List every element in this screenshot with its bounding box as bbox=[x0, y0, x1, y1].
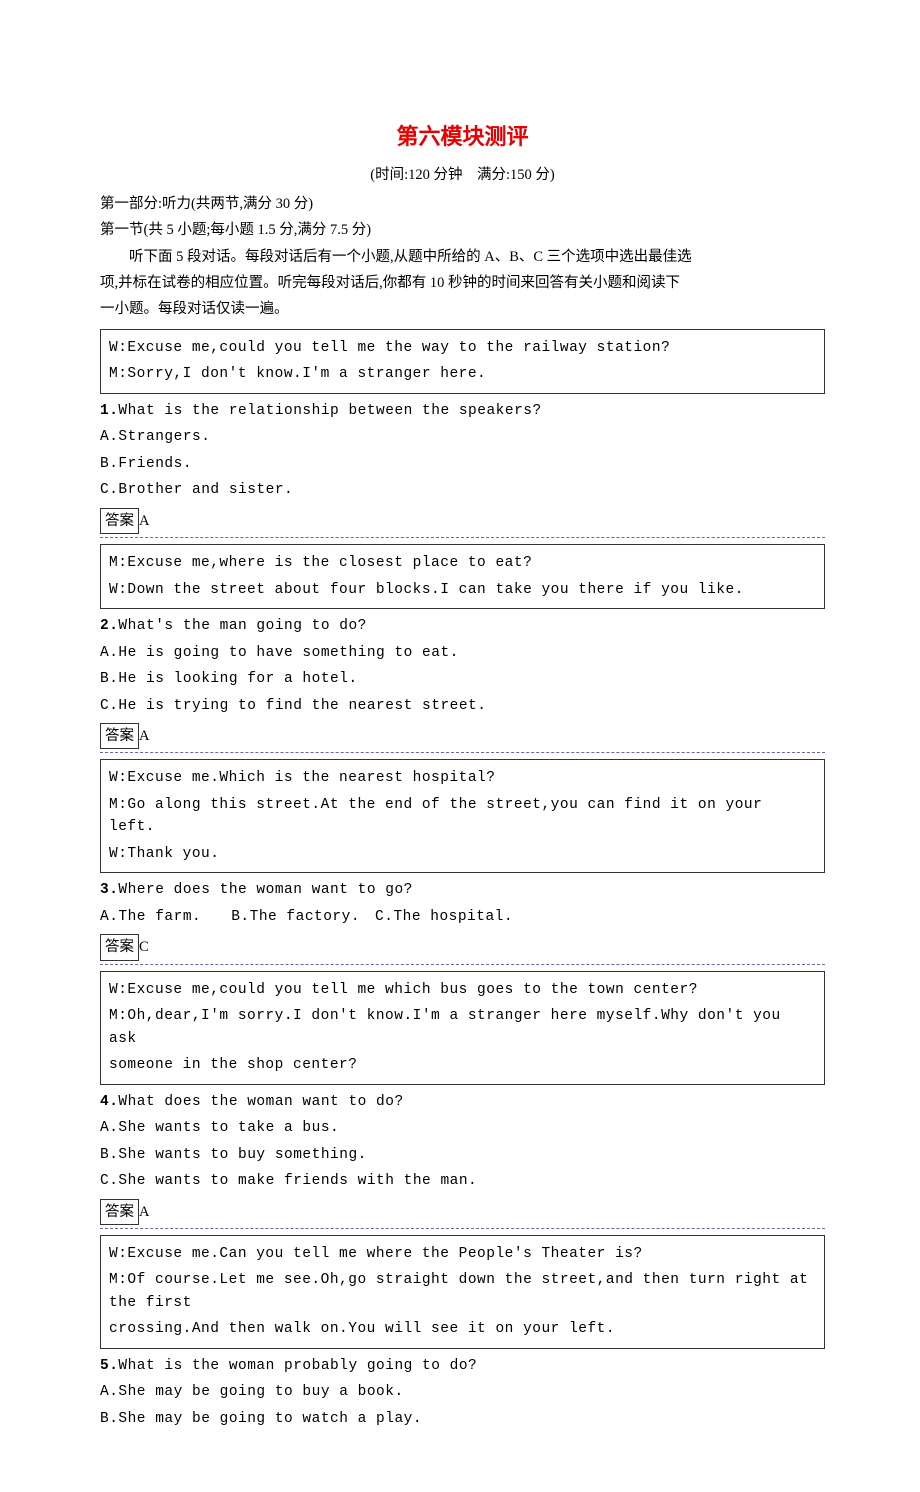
dialogue-line: M:Of course.Let me see.Oh,go straight do… bbox=[109, 1267, 816, 1316]
question-4: 4.What does the woman want to do? bbox=[100, 1089, 825, 1115]
page-title: 第六模块测评 bbox=[100, 120, 825, 154]
dialogue-line: W:Down the street about four blocks.I ca… bbox=[109, 577, 816, 603]
dialogue-line: W:Excuse me.Can you tell me where the Pe… bbox=[109, 1241, 816, 1267]
question-2: 2.What's the man going to do? bbox=[100, 613, 825, 639]
dialogue-1-box: W:Excuse me,could you tell me the way to… bbox=[100, 329, 825, 394]
answer-2-line: 答案A bbox=[100, 719, 825, 753]
dialogue-2-box: M:Excuse me,where is the closest place t… bbox=[100, 544, 825, 609]
option-4b: B.She wants to buy something. bbox=[100, 1142, 825, 1168]
question-number: 5. bbox=[100, 1358, 118, 1374]
dialogue-4-box: W:Excuse me,could you tell me which bus … bbox=[100, 971, 825, 1085]
question-1: 1.What is the relationship between the s… bbox=[100, 398, 825, 424]
option-2a: A.He is going to have something to eat. bbox=[100, 640, 825, 666]
dialogue-line: M:Excuse me,where is the closest place t… bbox=[109, 550, 816, 576]
question-number: 3. bbox=[100, 882, 118, 898]
option-2b: B.He is looking for a hotel. bbox=[100, 666, 825, 692]
dialogue-line: W:Excuse me.Which is the nearest hospita… bbox=[109, 765, 816, 791]
option-3c: C.The hospital. bbox=[375, 909, 513, 925]
answer-1-line: 答案A bbox=[100, 504, 825, 538]
option-4c: C.She wants to make friends with the man… bbox=[100, 1168, 825, 1194]
option-5a: A.She may be going to buy a book. bbox=[100, 1379, 825, 1405]
answer-value: C bbox=[139, 939, 149, 955]
option-1a: A.Strangers. bbox=[100, 424, 825, 450]
dialogue-line: M:Oh,dear,I'm sorry.I don't know.I'm a s… bbox=[109, 1003, 816, 1052]
question-number: 1. bbox=[100, 403, 118, 419]
dialogue-5-box: W:Excuse me.Can you tell me where the Pe… bbox=[100, 1235, 825, 1349]
answer-value: A bbox=[139, 728, 149, 744]
answer-label: 答案 bbox=[100, 934, 139, 960]
answer-label: 答案 bbox=[100, 1199, 139, 1225]
answer-label: 答案 bbox=[100, 508, 139, 534]
option-1c: C.Brother and sister. bbox=[100, 477, 825, 503]
question-5: 5.What is the woman probably going to do… bbox=[100, 1353, 825, 1379]
option-3a: A.The farm. bbox=[100, 909, 201, 925]
part1-heading: 第一部分:听力(共两节,满分 30 分) bbox=[100, 191, 825, 217]
section1-heading: 第一节(共 5 小题;每小题 1.5 分,满分 7.5 分) bbox=[100, 217, 825, 243]
question-text: What does the woman want to do? bbox=[118, 1094, 403, 1110]
exam-page: 第六模块测评 (时间:120 分钟 满分:150 分) 第一部分:听力(共两节,… bbox=[0, 0, 920, 1492]
dialogue-line: M:Sorry,I don't know.I'm a stranger here… bbox=[109, 361, 816, 387]
answer-3-line: 答案C bbox=[100, 930, 825, 964]
dialogue-line: W:Thank you. bbox=[109, 841, 816, 867]
question-3: 3.Where does the woman want to go? bbox=[100, 877, 825, 903]
question-number: 2. bbox=[100, 618, 118, 634]
dialogue-line: someone in the shop center? bbox=[109, 1052, 816, 1078]
answer-4-line: 答案A bbox=[100, 1195, 825, 1229]
intro-line-1: 听下面 5 段对话。每段对话后有一个小题,从题中所给的 A、B、C 三个选项中选… bbox=[100, 244, 825, 270]
question-text: What is the relationship between the spe… bbox=[118, 403, 541, 419]
time-score-line: (时间:120 分钟 满分:150 分) bbox=[100, 164, 825, 186]
answer-value: A bbox=[139, 1204, 149, 1220]
intro-line-2: 项,并标在试卷的相应位置。听完每段对话后,你都有 10 秒钟的时间来回答有关小题… bbox=[100, 270, 825, 296]
dialogue-line: M:Go along this street.At the end of the… bbox=[109, 792, 816, 841]
intro-line-3: 一小题。每段对话仅读一遍。 bbox=[100, 296, 825, 322]
dialogue-line: W:Excuse me,could you tell me the way to… bbox=[109, 335, 816, 361]
option-3b: B.The factory. bbox=[231, 909, 360, 925]
question-number: 4. bbox=[100, 1094, 118, 1110]
option-1b: B.Friends. bbox=[100, 451, 825, 477]
dialogue-line: W:Excuse me,could you tell me which bus … bbox=[109, 977, 816, 1003]
options-3: A.The farm. B.The factory. C.The hospita… bbox=[100, 904, 825, 930]
question-text: Where does the woman want to go? bbox=[118, 882, 412, 898]
answer-label: 答案 bbox=[100, 723, 139, 749]
dialogue-3-box: W:Excuse me.Which is the nearest hospita… bbox=[100, 759, 825, 873]
answer-value: A bbox=[139, 513, 149, 529]
question-text: What is the woman probably going to do? bbox=[118, 1358, 477, 1374]
option-5b: B.She may be going to watch a play. bbox=[100, 1406, 825, 1432]
question-text: What's the man going to do? bbox=[118, 618, 366, 634]
option-4a: A.She wants to take a bus. bbox=[100, 1115, 825, 1141]
option-2c: C.He is trying to find the nearest stree… bbox=[100, 693, 825, 719]
dialogue-line: crossing.And then walk on.You will see i… bbox=[109, 1316, 816, 1342]
